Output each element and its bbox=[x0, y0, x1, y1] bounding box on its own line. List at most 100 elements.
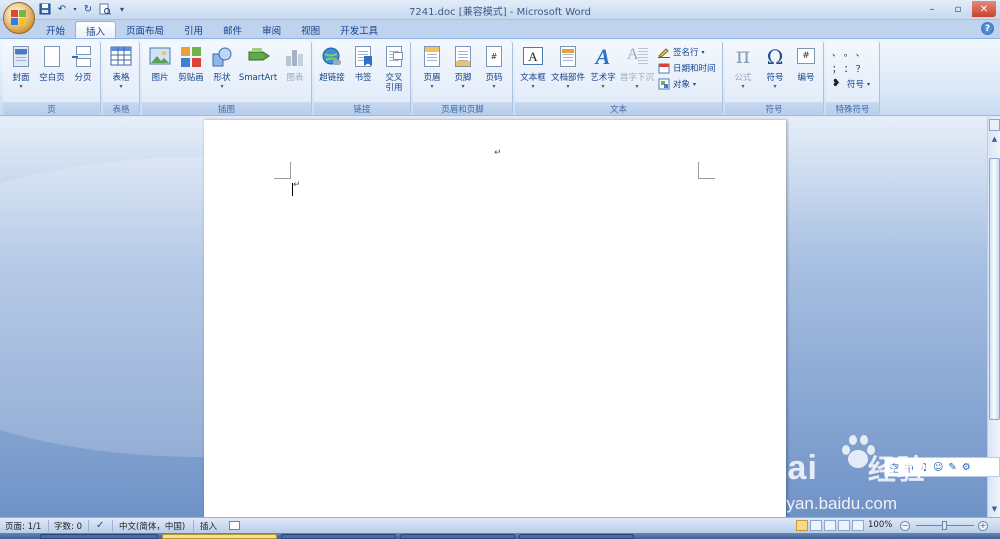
cover-page-button[interactable]: 封面 ▾ bbox=[5, 44, 37, 100]
table-icon bbox=[110, 46, 132, 68]
tab-page-layout[interactable]: 页面布局 bbox=[116, 21, 174, 38]
numbering-button[interactable]: # 编号 bbox=[790, 44, 822, 100]
status-page[interactable]: 页面: 1/1 bbox=[5, 520, 41, 532]
quick-parts-button[interactable]: 文档部件 ▾ bbox=[550, 44, 586, 100]
date-time-button[interactable]: 日期和时间 bbox=[658, 61, 716, 75]
quick-parts-icon bbox=[557, 46, 579, 68]
special-chars-row-2[interactable]: ； ： ？ bbox=[832, 61, 865, 75]
office-logo-icon bbox=[11, 10, 27, 26]
zoom-level[interactable]: 100% bbox=[868, 520, 892, 530]
group-text: A 文本框 ▾ 文档部件 ▾ A 艺术字 ▾ A 首字下沉 ▾ 签名行 ▾ 日期… bbox=[515, 41, 723, 115]
tab-mailings[interactable]: 邮件 bbox=[213, 21, 252, 38]
textbox-button[interactable]: A 文本框 ▾ bbox=[517, 44, 549, 100]
page-number-icon: # bbox=[483, 46, 505, 68]
ime-music-icon[interactable]: ♫ bbox=[919, 462, 928, 473]
equation-button[interactable]: π 公式 ▾ bbox=[727, 44, 759, 100]
bookmark-icon bbox=[352, 46, 374, 68]
header-button[interactable]: 页眉 ▾ bbox=[416, 44, 448, 100]
group-links-label: 链接 bbox=[314, 102, 410, 115]
wordart-icon: A bbox=[595, 44, 611, 69]
scroll-down-icon[interactable]: ▼ bbox=[989, 503, 1000, 515]
outline-view-icon[interactable] bbox=[838, 520, 850, 531]
zoom-out-icon[interactable]: − bbox=[900, 521, 910, 531]
macro-record-icon[interactable] bbox=[229, 521, 240, 530]
document-page[interactable]: ↵ ↵ bbox=[204, 120, 786, 517]
cross-reference-button[interactable]: 交叉 引用 bbox=[378, 44, 410, 100]
print-layout-view-icon[interactable] bbox=[796, 520, 808, 531]
blank-page-button[interactable]: 空白页 bbox=[36, 44, 68, 100]
drop-cap-button[interactable]: A 首字下沉 ▾ bbox=[619, 44, 655, 100]
numbering-icon: # bbox=[795, 46, 817, 68]
blank-page-icon bbox=[41, 46, 63, 68]
office-button[interactable] bbox=[3, 2, 35, 34]
scroll-thumb[interactable] bbox=[989, 158, 1000, 420]
document-area: ↵ ↵ bbox=[0, 117, 987, 517]
tab-references[interactable]: 引用 bbox=[174, 21, 213, 38]
tab-view[interactable]: 视图 bbox=[291, 21, 330, 38]
table-button[interactable]: 表格 ▾ bbox=[105, 44, 137, 100]
full-screen-reading-view-icon[interactable] bbox=[810, 520, 822, 531]
page-break-icon bbox=[72, 46, 94, 68]
hyperlink-button[interactable]: 超链接 bbox=[316, 44, 348, 100]
group-illustrations-label: 插图 bbox=[142, 102, 311, 115]
header-icon bbox=[421, 46, 443, 68]
smartart-button[interactable]: SmartArt bbox=[239, 44, 277, 100]
group-text-label: 文本 bbox=[515, 102, 722, 115]
proofing-icon[interactable]: ✓ bbox=[96, 520, 104, 531]
picture-icon bbox=[149, 46, 171, 68]
ime-settings-icon[interactable]: ⚙ bbox=[962, 462, 971, 473]
symbol-button[interactable]: Ω 符号 ▾ bbox=[759, 44, 791, 100]
zoom-in-icon[interactable]: + bbox=[978, 521, 988, 531]
tab-home[interactable]: 开始 bbox=[36, 21, 75, 38]
cross-reference-icon bbox=[383, 46, 405, 68]
tab-insert[interactable]: 插入 bbox=[75, 21, 117, 38]
title-bar: ↶ ▾ ↻ ▾ 7241.doc [兼容模式] - Microsoft Word… bbox=[0, 0, 1000, 20]
bookmark-button[interactable]: 书签 bbox=[347, 44, 379, 100]
footer-icon bbox=[452, 46, 474, 68]
taskbar-item[interactable] bbox=[40, 534, 158, 539]
minimize-icon[interactable]: – bbox=[920, 1, 944, 17]
scroll-up-icon[interactable]: ▲ bbox=[989, 133, 1000, 145]
group-symbols: π 公式 ▾ Ω 符号 ▾ # 编号 符号 bbox=[725, 41, 824, 115]
page-break-button[interactable]: 分页 bbox=[67, 44, 99, 100]
taskbar-item-active[interactable] bbox=[162, 534, 277, 539]
tab-developer[interactable]: 开发工具 bbox=[330, 21, 388, 38]
group-pages-label: 页 bbox=[3, 102, 100, 115]
signature-line-button[interactable]: 签名行 ▾ bbox=[658, 45, 705, 59]
taskbar-item[interactable] bbox=[281, 534, 396, 539]
wordart-button[interactable]: A 艺术字 ▾ bbox=[587, 44, 619, 100]
pi-icon: π bbox=[735, 44, 751, 69]
taskbar-item[interactable] bbox=[519, 534, 634, 539]
textbox-icon: A bbox=[522, 46, 544, 68]
ime-mode-icon[interactable]: 空 bbox=[889, 460, 899, 475]
picture-button[interactable]: 图片 bbox=[144, 44, 176, 100]
page-number-button[interactable]: # 页码 ▾ bbox=[478, 44, 510, 100]
group-special-symbols-label: 特殊符号 bbox=[826, 102, 879, 115]
special-symbol-button[interactable]: ❥ 符号 ▾ bbox=[832, 77, 870, 91]
view-ruler-icon[interactable] bbox=[989, 119, 1000, 131]
status-bar: 页面: 1/1 字数: 0 ✓ 中文(简体，中国) 插入 100% − + bbox=[0, 517, 1000, 533]
ime-chinese-icon[interactable]: 中 bbox=[904, 460, 914, 475]
ime-pen-icon[interactable]: ✎ bbox=[948, 462, 956, 473]
object-icon bbox=[658, 78, 670, 90]
restore-icon[interactable]: ▫ bbox=[946, 1, 970, 17]
window-controls: – ▫ ✕ bbox=[920, 1, 996, 17]
group-links: 超链接 书签 交叉 引用 链接 bbox=[314, 41, 411, 115]
status-language[interactable]: 中文(简体，中国) bbox=[119, 520, 185, 532]
status-insert-mode[interactable]: 插入 bbox=[200, 520, 217, 532]
chart-button[interactable]: 图表 bbox=[279, 44, 311, 100]
taskbar-item[interactable] bbox=[400, 534, 515, 539]
object-button[interactable]: 对象 ▾ bbox=[658, 77, 696, 91]
status-word-count[interactable]: 字数: 0 bbox=[54, 520, 82, 532]
ime-emoji-icon[interactable]: ☺ bbox=[933, 462, 943, 473]
close-icon[interactable]: ✕ bbox=[972, 1, 996, 17]
help-icon[interactable]: ? bbox=[981, 22, 994, 35]
special-chars-row-1[interactable]: 、 。 、 bbox=[832, 45, 865, 59]
tab-review[interactable]: 审阅 bbox=[252, 21, 291, 38]
draft-view-icon[interactable] bbox=[852, 520, 864, 531]
shapes-button[interactable]: 形状 ▾ bbox=[206, 44, 238, 100]
clipart-button[interactable]: 剪贴画 bbox=[175, 44, 207, 100]
web-layout-view-icon[interactable] bbox=[824, 520, 836, 531]
footer-button[interactable]: 页脚 ▾ bbox=[447, 44, 479, 100]
zoom-slider-thumb[interactable] bbox=[942, 521, 947, 530]
